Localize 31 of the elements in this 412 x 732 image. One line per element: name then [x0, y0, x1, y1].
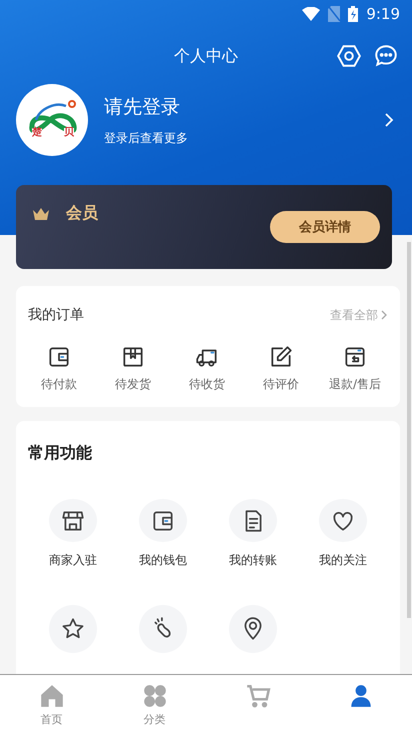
message-icon[interactable] — [373, 43, 399, 69]
order-status-button[interactable]: 退款/售后 — [324, 344, 386, 393]
member-details-button[interactable]: 会员详情 — [270, 211, 380, 243]
feature-button[interactable]: 我的转账 — [208, 499, 298, 569]
status-time: 9:19 — [366, 5, 400, 23]
logo-text: 楚 — [32, 128, 42, 138]
feature-button[interactable]: 商家入驻 — [28, 499, 118, 569]
chevron-right-icon — [380, 309, 388, 321]
feature-button[interactable]: 我的钱包 — [118, 499, 208, 569]
membership-title: 会员 — [66, 203, 99, 224]
nav-tab[interactable]: 分类 — [103, 675, 206, 732]
home-icon — [38, 683, 64, 709]
battery-icon — [348, 6, 358, 22]
page-title: 个人中心 — [174, 46, 238, 66]
login-prompt[interactable]: 请先登录 — [104, 94, 180, 120]
settings-icon[interactable] — [336, 43, 362, 69]
nav-tab[interactable]: 首页 — [0, 675, 103, 732]
cart-icon — [244, 683, 270, 709]
order-status-button[interactable]: 待付款 — [28, 344, 90, 393]
feature-button[interactable]: 我的关注 — [298, 499, 388, 569]
section-title: 我的订单 — [28, 306, 84, 324]
grid-icon — [142, 683, 168, 709]
wifi-icon — [302, 7, 320, 21]
order-status-button[interactable]: 待发货 — [102, 344, 164, 393]
no-sim-icon — [328, 6, 340, 22]
section-title: 常用功能 — [28, 442, 93, 464]
order-status-button[interactable]: 待收货 — [176, 344, 238, 393]
logo-text: 贝 — [64, 128, 74, 138]
crown-icon — [32, 207, 50, 221]
order-status-button[interactable]: 待评价 — [250, 344, 312, 393]
login-hint: 登录后查看更多 — [104, 130, 188, 146]
